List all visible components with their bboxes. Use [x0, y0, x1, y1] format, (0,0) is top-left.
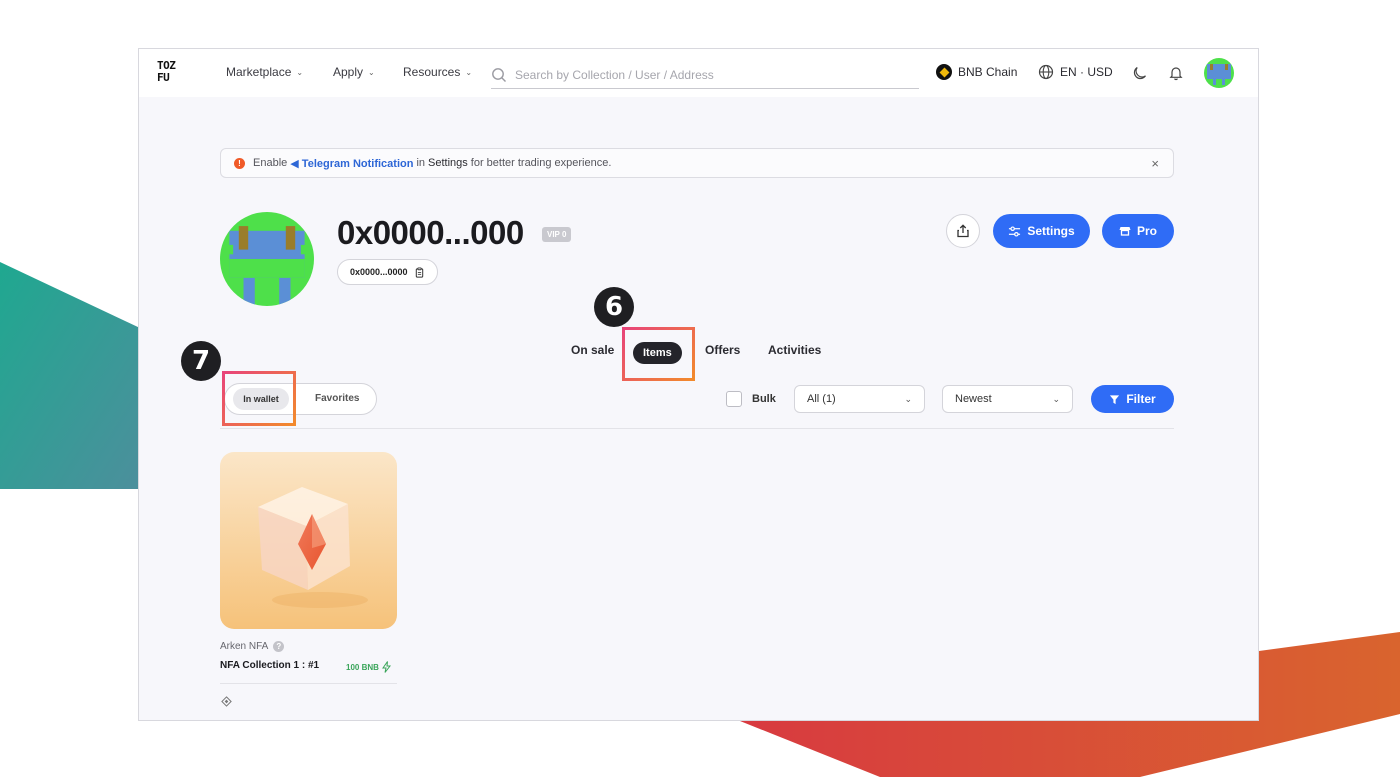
- tab-offers[interactable]: Offers: [705, 343, 740, 357]
- status-select[interactable]: All (1) ⌄: [794, 385, 925, 413]
- search-input[interactable]: [515, 67, 895, 82]
- chevron-down-icon: ⌄: [1052, 393, 1060, 404]
- chevron-down-icon: ⌄: [296, 67, 304, 77]
- nft-card-image[interactable]: [220, 452, 397, 629]
- tab-on-sale[interactable]: On sale: [571, 343, 614, 357]
- chain-label: BNB Chain: [958, 65, 1018, 79]
- highlight-box-items: [622, 327, 695, 381]
- bnb-chain-icon: [221, 696, 232, 707]
- filter-button-label: Filter: [1126, 392, 1156, 406]
- language-label: EN · USD: [1060, 65, 1113, 79]
- share-icon: [957, 224, 969, 238]
- store-icon: [1119, 227, 1131, 236]
- nft-collection-name[interactable]: Arken NFA ?: [220, 641, 285, 652]
- chevron-down-icon: ⌄: [904, 393, 912, 404]
- pixel-avatar-icon: [1204, 58, 1234, 88]
- filter-icon: [1110, 394, 1120, 404]
- pixel-avatar-icon: [220, 212, 314, 306]
- bulk-label: Bulk: [752, 393, 776, 405]
- nft-price: 100 BNB: [346, 661, 391, 673]
- banner-enable-text: Enable: [253, 157, 288, 169]
- settings-button[interactable]: Settings: [993, 214, 1090, 248]
- moon-icon: [1133, 66, 1147, 80]
- chain-mini-icon: [221, 694, 232, 712]
- nav-marketplace[interactable]: Marketplace ⌄: [226, 65, 303, 79]
- pro-button-label: Pro: [1136, 224, 1157, 238]
- step-marker-7: 7: [181, 341, 221, 381]
- logo[interactable]: TOZ FU: [157, 60, 187, 86]
- telegram-link-label: Telegram Notification: [301, 157, 414, 170]
- profile-avatar: [220, 212, 314, 306]
- close-icon[interactable]: ×: [1151, 156, 1159, 171]
- copy-address-pill[interactable]: 0x0000...0000: [337, 259, 438, 285]
- nav-marketplace-label: Marketplace: [226, 65, 292, 79]
- dark-mode-toggle[interactable]: [1130, 63, 1150, 83]
- bell-icon: [1169, 67, 1183, 81]
- bulk-checkbox[interactable]: [726, 391, 742, 407]
- chain-selector[interactable]: BNB Chain: [936, 64, 1017, 80]
- telegram-notification-banner: ! Enable ◀ Telegram Notification in Sett…: [220, 148, 1174, 178]
- notifications-button[interactable]: [1166, 63, 1186, 83]
- telegram-icon: ◀: [290, 157, 299, 170]
- step-marker-6: 6: [594, 287, 634, 327]
- price-label: 100 BNB: [346, 662, 379, 672]
- logo-line-2: FU: [157, 71, 170, 84]
- short-address: 0x0000...0000: [350, 267, 408, 277]
- search-bar: [491, 61, 919, 89]
- banner-rest-text: for better trading experience.: [470, 157, 612, 169]
- telegram-notification-link[interactable]: ◀ Telegram Notification: [290, 157, 413, 170]
- tab-favorites[interactable]: Favorites: [315, 393, 359, 404]
- card-divider: [220, 683, 397, 684]
- vip-badge: VIP 0: [542, 227, 572, 242]
- nav-resources[interactable]: Resources ⌄: [403, 65, 472, 79]
- search-icon: [492, 67, 506, 82]
- language-currency-selector[interactable]: EN · USD: [1038, 64, 1113, 80]
- clipboard-icon: [415, 266, 423, 278]
- nav-apply-label: Apply: [333, 65, 364, 79]
- nav-resources-label: Resources: [403, 65, 461, 79]
- user-avatar[interactable]: [1204, 58, 1234, 88]
- app-window: TOZ FU Marketplace ⌄ Apply ⌄ Resources ⌄…: [138, 48, 1259, 721]
- alert-icon: !: [234, 157, 245, 169]
- lightning-icon: [381, 661, 391, 673]
- nft-name[interactable]: NFA Collection 1 : #1: [220, 660, 319, 671]
- sort-select[interactable]: Newest ⌄: [942, 385, 1073, 413]
- pro-button[interactable]: Pro: [1102, 214, 1174, 248]
- bnb-chain-icon: [936, 64, 952, 80]
- settings-button-label: Settings: [1027, 224, 1075, 238]
- banner-settings-link[interactable]: Settings: [428, 157, 468, 169]
- toolbar-divider: [220, 428, 1174, 429]
- crystal-cube-image: [220, 452, 397, 629]
- chevron-down-icon: ⌄: [368, 67, 375, 77]
- nav-apply[interactable]: Apply ⌄: [333, 65, 375, 79]
- chevron-down-icon: ⌄: [465, 67, 473, 77]
- status-select-value: All (1): [807, 393, 836, 405]
- sliders-icon: [1009, 225, 1021, 237]
- top-nav: TOZ FU Marketplace ⌄ Apply ⌄ Resources ⌄…: [139, 49, 1258, 97]
- share-button[interactable]: [946, 214, 980, 248]
- help-icon: ?: [273, 641, 285, 652]
- sort-select-value: Newest: [955, 393, 992, 405]
- filter-button[interactable]: Filter: [1091, 385, 1174, 413]
- tab-activities[interactable]: Activities: [768, 343, 821, 357]
- collection-label: Arken NFA: [220, 641, 269, 652]
- banner-in-text: in: [416, 157, 426, 169]
- globe-icon: [1038, 64, 1054, 80]
- highlight-box-in-wallet: [222, 371, 296, 426]
- profile-address: 0x0000...000: [337, 214, 524, 251]
